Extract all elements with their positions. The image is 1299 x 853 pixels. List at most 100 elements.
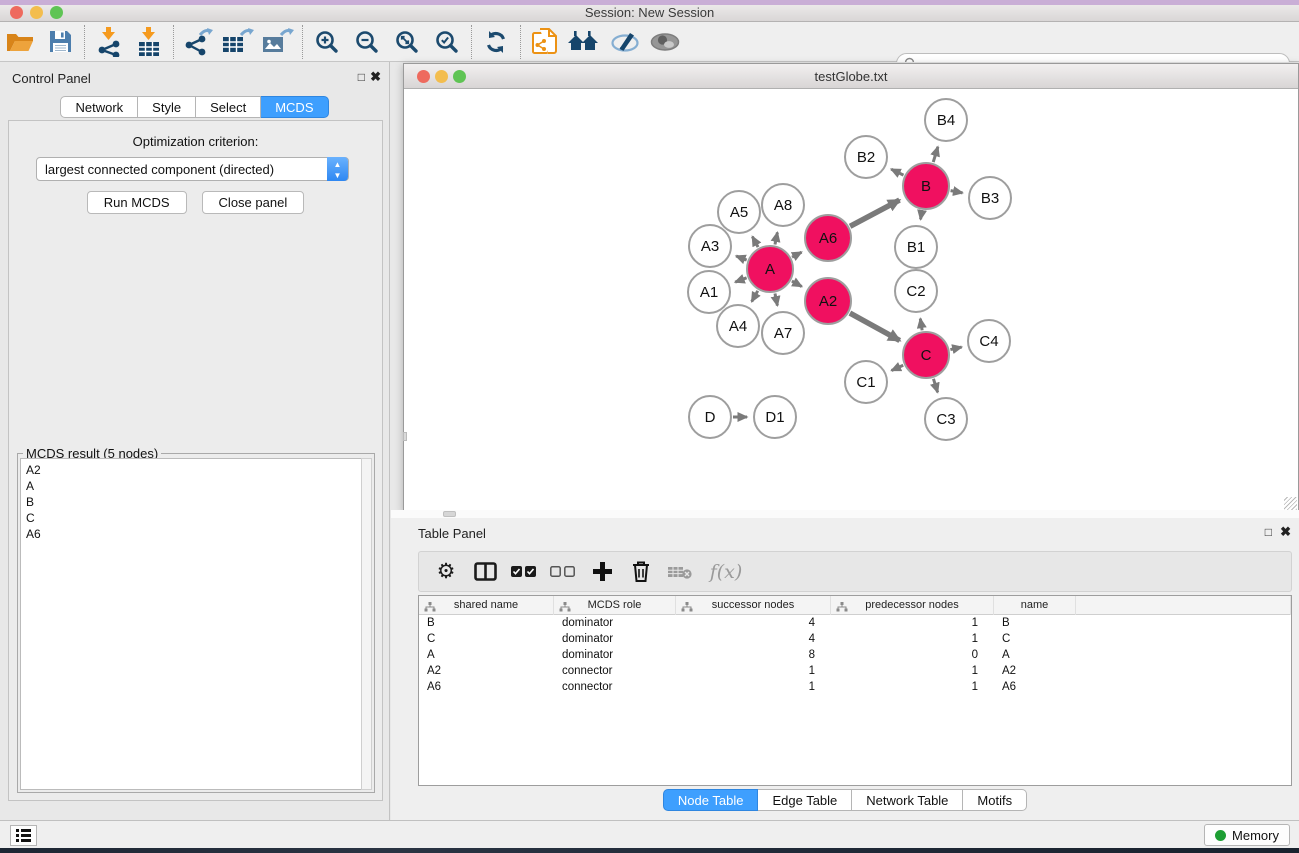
save-session-icon[interactable] xyxy=(40,24,80,60)
node-D[interactable]: D xyxy=(689,396,731,438)
node-D1[interactable]: D1 xyxy=(754,396,796,438)
settings-gear-icon[interactable]: ⚙ xyxy=(431,555,461,589)
table-cell[interactable]: 1 xyxy=(676,679,831,695)
import-network-icon[interactable] xyxy=(89,24,129,60)
node-A6[interactable]: A6 xyxy=(805,215,851,261)
column-header-successor-nodes[interactable]: successor nodes xyxy=(676,596,831,615)
table-cell[interactable]: A xyxy=(994,647,1076,663)
float-panel-icon[interactable]: □ xyxy=(1265,525,1272,539)
edge-A6-B[interactable] xyxy=(850,200,899,226)
edge-A-A7[interactable] xyxy=(775,293,777,305)
result-list-item[interactable]: A xyxy=(26,478,357,494)
table-cell[interactable]: 1 xyxy=(831,631,994,647)
splitter-handle[interactable] xyxy=(443,511,456,517)
resize-grip[interactable] xyxy=(1284,497,1297,510)
close-panel-icon[interactable]: ✖ xyxy=(370,69,381,85)
node-A1[interactable]: A1 xyxy=(688,271,730,313)
table-cell[interactable]: 1 xyxy=(676,663,831,679)
node-A7[interactable]: A7 xyxy=(762,312,804,354)
edge-A-A3[interactable] xyxy=(736,256,747,260)
node-C1[interactable]: C1 xyxy=(845,361,887,403)
node-B2[interactable]: B2 xyxy=(845,136,887,178)
tab-mcds[interactable]: MCDS xyxy=(261,96,328,118)
import-table-icon[interactable] xyxy=(129,24,169,60)
table-row[interactable]: Adominator80A xyxy=(419,647,1291,663)
table-cell[interactable]: C xyxy=(994,631,1076,647)
export-table-icon[interactable] xyxy=(218,24,258,60)
edge-B-B4[interactable] xyxy=(933,147,938,162)
table-row[interactable]: A2connector11A2 xyxy=(419,663,1291,679)
result-scrollbar[interactable] xyxy=(361,458,372,790)
table-cell[interactable]: dominator xyxy=(554,647,676,663)
node-A4[interactable]: A4 xyxy=(717,305,759,347)
edge-B-B2[interactable] xyxy=(891,169,903,175)
zoom-selected-icon[interactable] xyxy=(427,24,467,60)
unselect-all-columns-icon[interactable] xyxy=(548,555,578,589)
criterion-select[interactable]: largest connected component (directed) ▲… xyxy=(36,157,349,181)
split-view-icon[interactable] xyxy=(470,555,500,589)
tab-network-table[interactable]: Network Table xyxy=(852,789,963,811)
node-C3[interactable]: C3 xyxy=(925,398,967,440)
tab-motifs[interactable]: Motifs xyxy=(963,789,1027,811)
table-cell[interactable]: 4 xyxy=(676,615,831,631)
node-B[interactable]: B xyxy=(903,163,949,209)
result-list-item[interactable]: A2 xyxy=(26,462,357,478)
tab-select[interactable]: Select xyxy=(196,96,261,118)
table-cell[interactable]: connector xyxy=(554,679,676,695)
table-cell[interactable]: B xyxy=(994,615,1076,631)
node-C[interactable]: C xyxy=(903,332,949,378)
edge-A-A6[interactable] xyxy=(792,252,801,257)
table-cell[interactable]: B xyxy=(419,615,554,631)
window-edge-grip[interactable] xyxy=(403,432,407,441)
edge-A-A5[interactable] xyxy=(752,237,758,247)
edge-B-B1[interactable] xyxy=(921,211,922,220)
network-canvas[interactable]: B4B2BB3A8A5A6A3B1AC2A1A2A4A7C4CC1DD1C3 xyxy=(405,89,1298,511)
table-row[interactable]: Bdominator41B xyxy=(419,615,1291,631)
node-A3[interactable]: A3 xyxy=(689,225,731,267)
table-cell[interactable]: A6 xyxy=(419,679,554,695)
mcds-result-list[interactable]: A2ABCA6 xyxy=(20,458,363,790)
show-hide-panel-icon[interactable] xyxy=(645,24,685,60)
table-cell[interactable]: 1 xyxy=(831,663,994,679)
node-B1[interactable]: B1 xyxy=(895,226,937,268)
column-header-predecessor-nodes[interactable]: predecessor nodes xyxy=(831,596,994,615)
result-list-item[interactable]: B xyxy=(26,494,357,510)
add-column-icon[interactable] xyxy=(587,555,617,589)
result-list-item[interactable]: C xyxy=(26,510,357,526)
edge-C-C1[interactable] xyxy=(892,365,904,370)
table-cell[interactable]: dominator xyxy=(554,631,676,647)
tab-node-table[interactable]: Node Table xyxy=(663,789,759,811)
edge-A-A4[interactable] xyxy=(752,291,758,302)
node-A2[interactable]: A2 xyxy=(805,278,851,324)
memory-button[interactable]: Memory xyxy=(1204,824,1290,846)
close-panel-icon[interactable]: ✖ xyxy=(1280,524,1291,540)
table-cell[interactable]: connector xyxy=(554,663,676,679)
refresh-view-icon[interactable] xyxy=(476,24,516,60)
clone-network-icon[interactable] xyxy=(525,24,565,60)
table-cell[interactable]: A2 xyxy=(994,663,1076,679)
export-network-icon[interactable] xyxy=(178,24,218,60)
edge-A-A1[interactable] xyxy=(735,278,746,282)
zoom-in-icon[interactable] xyxy=(307,24,347,60)
edge-B-B3[interactable] xyxy=(951,191,963,193)
table-cell[interactable]: dominator xyxy=(554,615,676,631)
table-cell[interactable]: C xyxy=(419,631,554,647)
show-all-networks-icon[interactable] xyxy=(565,24,605,60)
export-image-icon[interactable] xyxy=(258,24,298,60)
edge-C-C2[interactable] xyxy=(920,319,922,331)
node-A[interactable]: A xyxy=(747,246,793,292)
table-cell[interactable]: 0 xyxy=(831,647,994,663)
select-all-columns-icon[interactable] xyxy=(509,555,539,589)
table-cell[interactable]: A6 xyxy=(994,679,1076,695)
run-mcds-button[interactable]: Run MCDS xyxy=(87,191,187,214)
close-panel-button[interactable]: Close panel xyxy=(202,191,305,214)
column-header-shared-name[interactable]: shared name xyxy=(419,596,554,615)
table-cell[interactable]: A2 xyxy=(419,663,554,679)
result-list-item[interactable]: A6 xyxy=(26,526,357,542)
node-C4[interactable]: C4 xyxy=(968,320,1010,362)
column-header-name[interactable]: name xyxy=(994,596,1076,615)
network-window-titlebar[interactable]: testGlobe.txt xyxy=(404,64,1298,89)
open-session-icon[interactable] xyxy=(0,24,40,60)
delete-columns-icon[interactable] xyxy=(626,555,656,589)
table-cell[interactable]: 1 xyxy=(831,615,994,631)
